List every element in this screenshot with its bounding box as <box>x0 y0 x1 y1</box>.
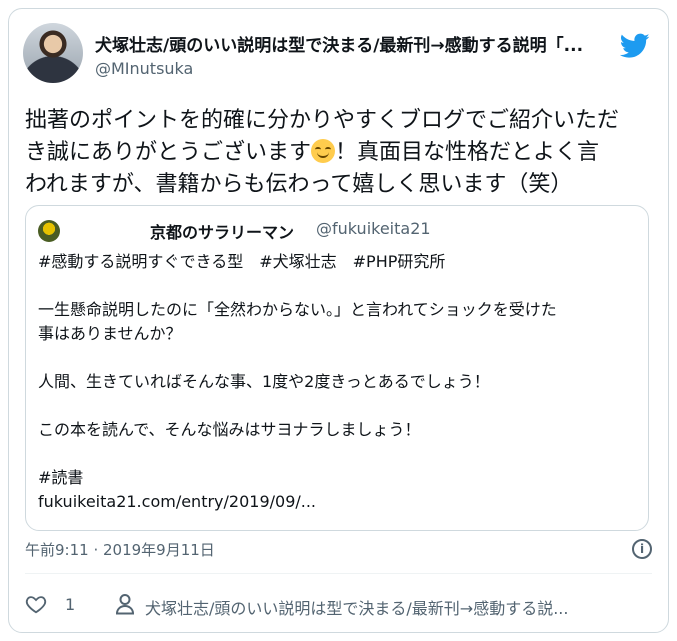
tweet-text: 拙著のポイントを的確に分かりやすくブログでご紹介いただ き誠にありがとうございま… <box>25 105 653 201</box>
tweet-line-1: 拙著のポイントを的確に分かりやすくブログでご紹介いただ <box>25 108 620 133</box>
tweet-card: 犬塚壮志/頭のいい説明は型で決まる/最新刊→感動する説明「... @MInuts… <box>8 8 669 633</box>
quoted-link[interactable]: fukuikeita21.com/entry/2019/09/... <box>38 490 638 514</box>
quoted-line: この本を読んで、そんな悩みはサヨナラしましょう！ <box>38 420 421 439</box>
quoted-line: #読書 <box>38 468 84 487</box>
tweet-line-2: き誠にありがとうございます ！真面目な性格だとよく言 <box>25 137 653 169</box>
quoted-line: 一生懸命説明したのに「全然わからない。」と言われてショックを受けた <box>38 300 557 319</box>
tweet-actions: 1 犬塚壮志/頭のいい説明は型で決まる/最新刊→感動する説... <box>25 591 652 619</box>
person-icon[interactable] <box>115 593 135 615</box>
quoted-line-gap <box>38 442 638 466</box>
tweet-line-2-start: き誠にありがとうございます <box>25 140 312 165</box>
info-icon[interactable]: i <box>632 539 652 559</box>
author-name[interactable]: 犬塚壮志/頭のいい説明は型で決まる/最新刊→感動する説明「... <box>95 31 615 56</box>
tweet-line-3: われますが、書籍からも伝わって嬉しく思います（笑） <box>25 172 573 197</box>
quoted-line: 事はありませんか？ <box>38 324 182 343</box>
quoted-author-name: 京都のサラリーマン <box>150 223 295 242</box>
smiling-face-icon <box>311 139 336 163</box>
quoted-tweet-body: #感動する説明すぐできる型 #犬塚壮志 #PHP研究所 一生懸命説明したのに「全… <box>38 250 638 514</box>
twitter-bird-icon[interactable] <box>620 33 650 59</box>
author-avatar[interactable] <box>23 23 83 83</box>
tweet-timestamp[interactable]: 午前9:11 · 2019年9月11日 <box>25 539 215 560</box>
like-count: 1 <box>65 595 76 614</box>
tweet-header: 犬塚壮志/頭のいい説明は型で決まる/最新刊→感動する説明「... @MInuts… <box>23 23 654 87</box>
author-handle[interactable]: @MInutsuka <box>95 59 193 78</box>
quoted-line-gap <box>38 274 638 298</box>
divider <box>25 573 652 574</box>
tweet-line-2-end: ！真面目な性格だとよく言 <box>335 140 600 165</box>
quoted-line-gap <box>38 394 638 418</box>
quoted-author-handle: @fukuikeita21 <box>316 219 431 238</box>
quoted-line: 人間、生きていればそんな事、1度や2度きっとあるでしょう！ <box>38 372 490 391</box>
quoted-author-avatar <box>38 220 60 242</box>
quoted-tweet[interactable]: 京都のサラリーマン @fukuikeita21 #感動する説明すぐできる型 #犬… <box>25 205 649 531</box>
heart-icon[interactable] <box>25 593 47 615</box>
quoted-line: #感動する説明すぐできる型 #犬塚壮志 #PHP研究所 <box>38 252 446 271</box>
reply-author-label[interactable]: 犬塚壮志/頭のいい説明は型で決まる/最新刊→感動する説... <box>145 595 645 619</box>
quoted-line-gap <box>38 346 638 370</box>
